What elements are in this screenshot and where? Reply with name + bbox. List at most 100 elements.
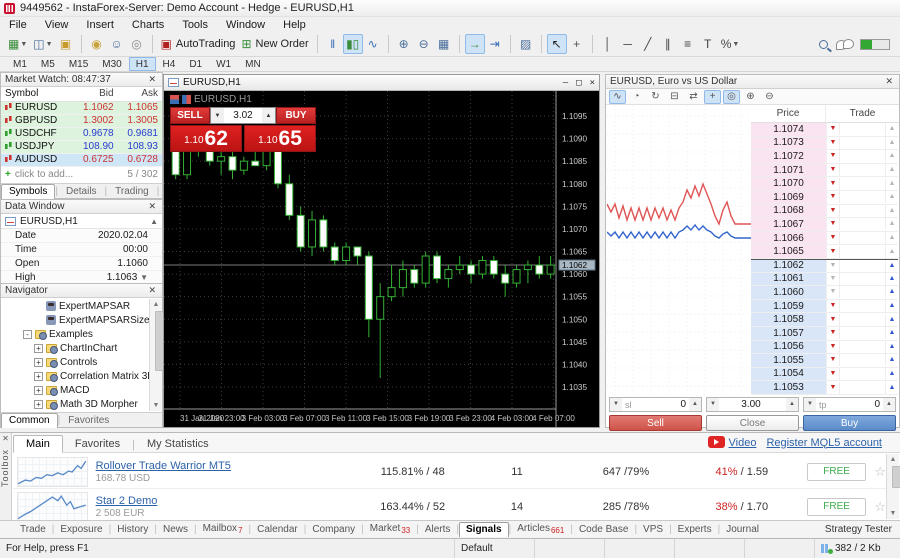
market-watch-row[interactable]: USDJPY108.90108.93 [1,140,162,153]
sell-chevron-icon[interactable]: ▼ [827,150,840,162]
indicator-list-button[interactable]: ▨ [516,34,536,54]
buy-chevron-icon[interactable]: ▲ [885,273,898,285]
decrement-icon[interactable]: ▼ [610,398,622,411]
toolbox-tab-code-base[interactable]: Code Base [573,523,634,537]
buy-chevron-icon[interactable]: ▲ [885,178,898,190]
tab-trading[interactable]: Trading [107,184,157,198]
dom-price-row[interactable]: 1.1055▼▲ [751,354,898,368]
dom-volume-spinner[interactable]: ▼ 3.00 ▲ [706,397,799,412]
navigator-scrollbar[interactable]: ▲ ▼ [149,299,162,411]
dom-price-row[interactable]: 1.1069▼▲ [751,191,898,205]
dom-price-row[interactable]: 1.1053▼▲ [751,381,898,395]
zoom-in-button[interactable]: ⊕ [394,34,414,54]
menu-tools[interactable]: Tools [173,18,217,32]
toolbox-tab-exposure[interactable]: Exposure [54,523,108,537]
cursor-button[interactable]: ↖ [547,34,567,54]
buy-chevron-icon[interactable]: ▲ [885,164,898,176]
signal-free-button[interactable]: FREE [807,498,866,516]
decrement-icon[interactable]: ▼ [707,398,719,411]
close-icon[interactable]: ✕ [146,201,158,212]
sell-chevron-icon[interactable]: ▼ [827,327,840,339]
sell-chevron-icon[interactable]: ▼ [827,246,840,258]
dom-price-row[interactable]: 1.1062▼▲ [751,259,898,273]
buy-button[interactable]: BUY [276,107,316,124]
add-label[interactable]: click to add... [15,169,73,180]
navigator-item-label[interactable]: Controls [60,357,97,368]
menu-window[interactable]: Window [217,18,274,32]
dom-price-row[interactable]: 1.1072▼▲ [751,150,898,164]
close-icon[interactable]: ✕ [883,76,895,87]
trade-folder-button[interactable]: ▣ [56,34,76,54]
decrement-icon[interactable]: ▼ [804,398,816,411]
dom-volume-button[interactable]: ◎ [723,90,740,104]
sell-chevron-icon[interactable]: ▼ [827,260,840,272]
menu-charts[interactable]: Charts [123,18,173,32]
dom-zoom-in-button[interactable]: ⊕ [742,90,759,104]
navigator-item-label[interactable]: Math 3D Morpher [60,399,138,410]
dom-price-row[interactable]: 1.1056▼▲ [751,341,898,355]
sell-chevron-icon[interactable]: ▼ [827,286,840,298]
expand-icon[interactable]: + [34,358,43,367]
increment-icon[interactable]: ▲ [786,398,798,411]
dom-chart-mode-button[interactable]: ∿ [609,90,626,104]
dom-price-row[interactable]: 1.1066▼▲ [751,232,898,246]
toolbox-tab-experts[interactable]: Experts [672,523,718,537]
sell-chevron-icon[interactable]: ▼ [827,164,840,176]
dom-buy-button[interactable]: Buy [803,415,896,431]
scroll-down-icon[interactable]: ▼ [887,508,899,519]
signal-name-link[interactable]: Rollover Trade Warrior MT5 [96,460,353,472]
buy-chevron-icon[interactable]: ▲ [885,191,898,203]
candle-chart-button[interactable]: ▮▯ [343,34,363,54]
favorite-star-icon[interactable]: ☆ [874,464,886,480]
fibo-button[interactable]: ≡ [678,34,698,54]
arrows-button[interactable]: %▼ [718,34,743,54]
buy-chevron-icon[interactable]: ▲ [885,382,898,394]
timeframe-m1[interactable]: M1 [6,57,34,71]
vline-button[interactable]: │ [598,34,618,54]
navigator-item[interactable]: +Correlation Matrix 3D [1,369,149,383]
search-icon[interactable] [819,40,828,49]
dom-tick-button[interactable]: + [704,90,721,104]
market-watch-row[interactable]: AUDUSD0.67250.6728 [1,153,162,166]
signals-tab-favorites[interactable]: Favorites [63,436,132,452]
dom-price-row[interactable]: 1.1058▼▲ [751,313,898,327]
buy-price-display[interactable]: 1.1065 [244,125,316,152]
navigator-item-label[interactable]: ExpertMAPSARSizeOptim [59,315,149,326]
timeframe-h1[interactable]: H1 [129,57,156,71]
signals-tab-main[interactable]: Main [13,435,63,453]
stop-loss-spinner[interactable]: ▼ sl 0 ▲ [609,397,702,412]
buy-chevron-icon[interactable]: ▲ [885,341,898,353]
scroll-up-icon[interactable]: ▲ [887,454,899,465]
sell-chevron-icon[interactable]: ▼ [827,137,840,149]
dom-price-row[interactable]: 1.1068▼▲ [751,205,898,219]
dom-price-row[interactable]: 1.1070▼▲ [751,177,898,191]
toolbox-tab-journal[interactable]: Journal [720,523,765,537]
buy-chevron-icon[interactable]: ▲ [885,368,898,380]
tile-windows-button[interactable]: ▦ [434,34,454,54]
signal-name-link[interactable]: Star 2 Demo [96,495,353,507]
dom-price-row[interactable]: 1.1060▼▲ [751,286,898,300]
dom-price-row[interactable]: 1.1061▼▲ [751,273,898,287]
community-icon[interactable] [836,39,852,49]
menu-file[interactable]: File [0,18,36,32]
buy-chevron-icon[interactable]: ▲ [885,232,898,244]
navigator-item[interactable]: +ChartInChart [1,341,149,355]
increment-icon[interactable]: ▲ [689,398,701,411]
toolbox-tab-mailbox[interactable]: Mailbox7 [197,522,249,537]
toolbox-tab-trade[interactable]: Trade [14,523,52,537]
navigator-item[interactable]: + Controls [1,355,149,369]
navigator-item[interactable]: -Examples [1,327,149,341]
toolbox-tab-calendar[interactable]: Calendar [251,523,304,537]
buy-chevron-icon[interactable]: ▲ [885,260,898,272]
buy-chevron-icon[interactable]: ▲ [885,137,898,149]
trendline-button[interactable]: ╱ [638,34,658,54]
chart-window-title-bar[interactable]: EURUSD,H1 – □ × [164,75,599,91]
sell-chevron-icon[interactable]: ▼ [827,273,840,285]
timeframe-mn[interactable]: MN [238,57,268,71]
toolbox-tab-signals[interactable]: Signals [459,522,509,537]
status-profile[interactable]: Default [455,539,535,558]
maximize-icon[interactable]: □ [576,78,581,88]
menu-view[interactable]: View [36,18,78,32]
take-profit-spinner[interactable]: ▼ tp 0 ▲ [803,397,896,412]
expand-icon[interactable]: + [34,386,43,395]
